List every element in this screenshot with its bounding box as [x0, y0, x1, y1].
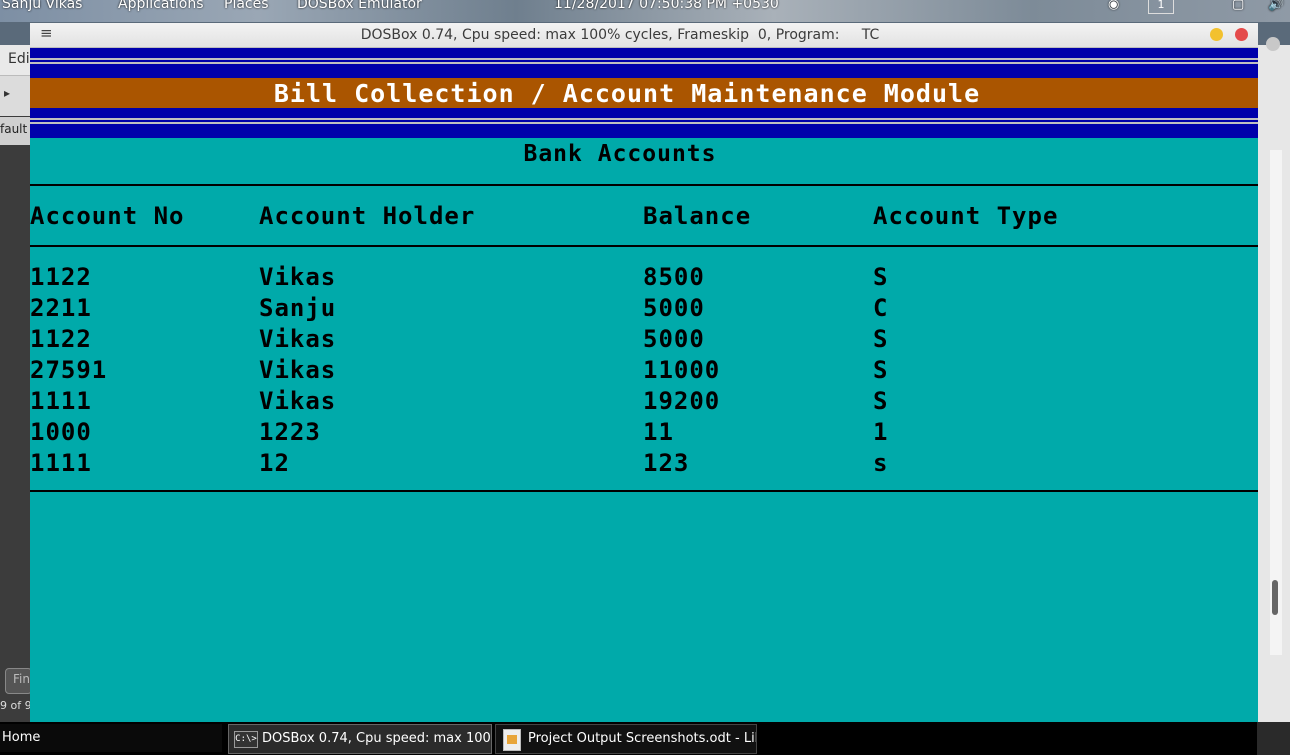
taskbar-item-label: Home	[2, 730, 41, 745]
cell-account-no: 27591	[30, 356, 108, 384]
bg-find-field[interactable]: Fin	[5, 668, 32, 694]
cell-account-type: C	[873, 294, 889, 322]
double-line-top-1	[30, 58, 1258, 60]
minimize-button[interactable]	[1210, 28, 1223, 41]
cell-balance: 11000	[643, 356, 721, 384]
cell-account-type: S	[873, 263, 889, 291]
col-header-account-type: Account Type	[873, 202, 1059, 230]
cell-account-no: 2211	[30, 294, 92, 322]
cell-account-no: 1122	[30, 263, 92, 291]
cell-account-type: S	[873, 325, 889, 353]
bg-close-icon[interactable]	[1266, 37, 1280, 51]
taskbar-item-home[interactable]: Home	[0, 724, 222, 752]
taskbar-tray	[1257, 722, 1290, 755]
terminal-icon: C:\>	[234, 731, 258, 748]
cell-account-no: 1000	[30, 418, 92, 446]
divider-top	[30, 184, 1258, 186]
taskbar-item-label: DOSBox 0.74, Cpu speed: max 100%...	[262, 731, 492, 746]
bg-page-status: 9 of 9	[0, 699, 32, 712]
double-line-top-2	[30, 62, 1258, 64]
taskbar: Home C:\> DOSBox 0.74, Cpu speed: max 10…	[0, 722, 1290, 755]
cell-balance: 11	[643, 418, 674, 446]
taskbar-item-label: Project Output Screenshots.odt - Libr...	[528, 731, 757, 746]
clock[interactable]: 11/28/2017 07:50:38 PM +0530	[554, 0, 779, 12]
cell-balance: 123	[643, 449, 690, 477]
workspace-switcher[interactable]: 1	[1148, 0, 1174, 14]
bg-right-panel	[1258, 37, 1290, 722]
col-header-account-holder: Account Holder	[259, 202, 476, 230]
bg-toolbar: ▸	[0, 75, 30, 116]
bg-menu-edit[interactable]: Edi	[8, 51, 30, 67]
volume-icon[interactable]: 🔊	[1268, 0, 1284, 12]
cell-balance: 19200	[643, 387, 721, 415]
double-line-bottom-1	[30, 118, 1258, 120]
cell-account-holder: Vikas	[259, 263, 337, 291]
taskbar-item-dosbox[interactable]: C:\> DOSBox 0.74, Cpu speed: max 100%...	[228, 724, 492, 754]
cell-account-holder: Sanju	[259, 294, 337, 322]
applications-menu[interactable]: Applications	[118, 0, 204, 12]
top-panel: Sanju Vikas Applications Places DOSBox E…	[0, 0, 1290, 14]
cell-account-holder: Vikas	[259, 356, 337, 384]
col-header-account-no: Account No	[30, 202, 185, 230]
camera-icon[interactable]: ◉	[1108, 0, 1119, 12]
cell-account-no: 1111	[30, 449, 92, 477]
module-header: Bill Collection / Account Maintenance Mo…	[273, 79, 981, 108]
window-titlebar[interactable]: ≡ DOSBox 0.74, Cpu speed: max 100% cycle…	[30, 23, 1258, 48]
cell-balance: 8500	[643, 263, 705, 291]
taskbar-item-writer[interactable]: Project Output Screenshots.odt - Libr...	[495, 724, 757, 754]
cell-account-type: s	[873, 449, 889, 477]
cell-balance: 5000	[643, 294, 705, 322]
bg-find-placeholder: Fin	[13, 672, 30, 686]
bg-style-box[interactable]: fault S	[0, 117, 39, 145]
section-title: Bank Accounts	[523, 141, 717, 167]
dosbox-window: ≡ DOSBox 0.74, Cpu speed: max 100% cycle…	[30, 23, 1258, 722]
header-bar: Bill Collection / Account Maintenance Mo…	[30, 78, 1258, 108]
user-menu[interactable]: Sanju Vikas	[2, 0, 82, 12]
window-icon[interactable]: ▢	[1232, 0, 1244, 12]
cell-account-holder: Vikas	[259, 325, 337, 353]
divider-bottom	[30, 490, 1258, 492]
cell-account-type: 1	[873, 418, 889, 446]
document-icon	[503, 729, 521, 751]
bg-scroll-thumb[interactable]	[1272, 580, 1278, 615]
cell-account-holder: 12	[259, 449, 290, 477]
cell-account-no: 1122	[30, 325, 92, 353]
cell-account-type: S	[873, 387, 889, 415]
active-app-label[interactable]: DOSBox Emulator	[297, 0, 422, 12]
cell-account-holder: 1223	[259, 418, 321, 446]
bg-toolbar-icon[interactable]: ▸	[4, 86, 10, 100]
places-menu[interactable]: Places	[224, 0, 269, 12]
cell-account-no: 1111	[30, 387, 92, 415]
double-line-bottom-2	[30, 122, 1258, 124]
cell-account-type: S	[873, 356, 889, 384]
divider-header	[30, 245, 1258, 247]
cell-balance: 5000	[643, 325, 705, 353]
dos-screen[interactable]: Bill Collection / Account Maintenance Mo…	[30, 48, 1258, 722]
cell-account-holder: Vikas	[259, 387, 337, 415]
close-button[interactable]	[1235, 28, 1248, 41]
col-header-balance: Balance	[643, 202, 752, 230]
window-title: DOSBox 0.74, Cpu speed: max 100% cycles,…	[360, 27, 880, 43]
bg-menubar: Edi	[0, 45, 30, 75]
